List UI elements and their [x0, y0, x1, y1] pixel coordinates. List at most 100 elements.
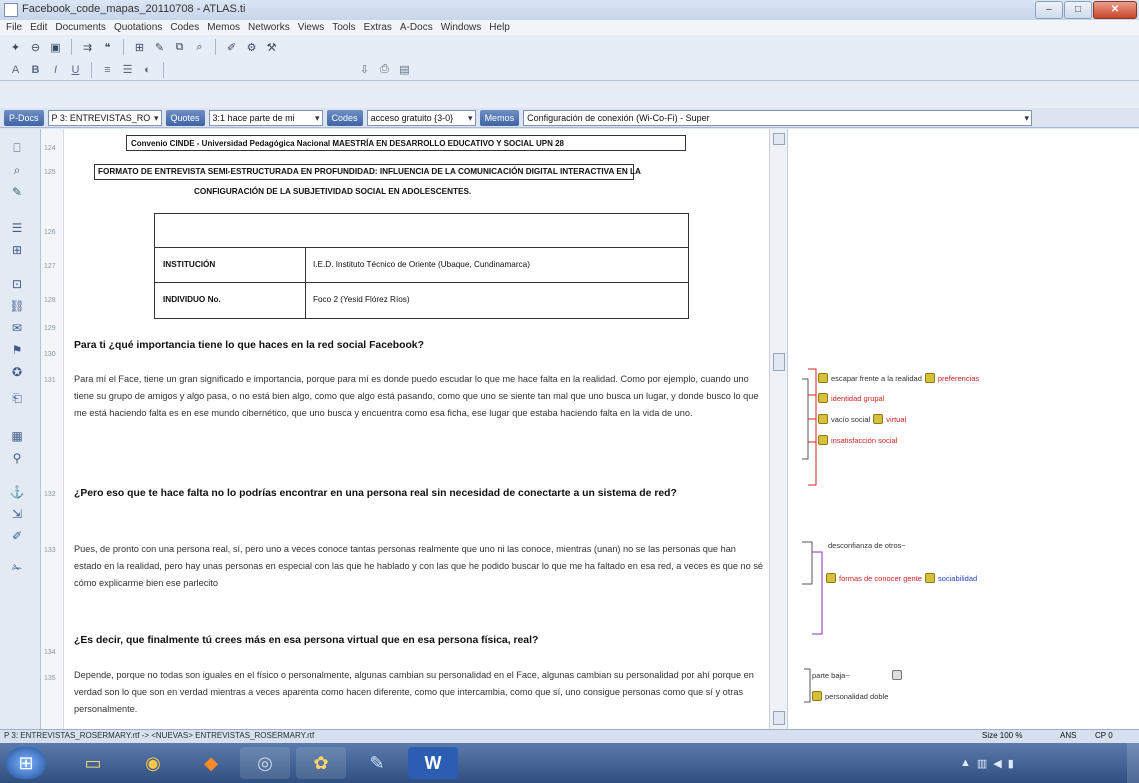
- code-entry[interactable]: identidad grupal: [818, 393, 884, 403]
- hammer-icon[interactable]: ⚒: [264, 40, 279, 55]
- quotation-tool-icon[interactable]: ⎕: [8, 141, 26, 157]
- battery-icon[interactable]: ▮: [1008, 757, 1014, 770]
- menu-file[interactable]: File: [6, 20, 22, 35]
- page-icon[interactable]: ▤: [397, 62, 412, 77]
- code-icon: [818, 414, 828, 424]
- underline-icon[interactable]: U: [68, 62, 83, 77]
- menu-adocs[interactable]: A-Docs: [400, 20, 433, 35]
- scroll-up-icon[interactable]: [773, 133, 785, 145]
- line-number: 135: [44, 675, 56, 682]
- selector-bar: P-Docs P 3: ENTREVISTAS_RO Quotes 3:1 ha…: [0, 108, 1139, 128]
- word-icon[interactable]: W: [408, 747, 458, 779]
- code-entry[interactable]: escapar frente a la realidad preferencia…: [818, 373, 979, 383]
- search-icon[interactable]: ⌕: [8, 163, 26, 179]
- arrow-icon[interactable]: ⇲: [8, 507, 26, 523]
- menu-quotations[interactable]: Quotations: [114, 20, 162, 35]
- link-icon[interactable]: ⛓: [8, 299, 26, 315]
- atlas-icon[interactable]: ◎: [240, 747, 290, 779]
- menu-codes[interactable]: Codes: [170, 20, 199, 35]
- code-tool-icon[interactable]: ⊡: [8, 277, 26, 293]
- memos-dropdown[interactable]: Configuración de conexión (Wi-Co-Fi) - S…: [523, 109, 1033, 126]
- show-desktop-button[interactable]: [1127, 743, 1139, 783]
- code-entry[interactable]: formas de conocer gente sociabilidad: [826, 573, 977, 583]
- add-document-icon[interactable]: ⇉: [80, 40, 95, 55]
- memos-button[interactable]: Memos: [479, 109, 520, 126]
- network-icon[interactable]: ⧉: [172, 40, 187, 55]
- margin-area[interactable]: escapar frente a la realidad preferencia…: [787, 129, 1139, 729]
- maximize-button[interactable]: □: [1064, 1, 1092, 19]
- paint-icon[interactable]: ✿: [296, 747, 346, 779]
- new-icon[interactable]: ✦: [8, 40, 23, 55]
- menu-networks[interactable]: Networks: [248, 20, 290, 35]
- codes-button[interactable]: Codes: [326, 109, 363, 126]
- code-icon: [818, 393, 828, 403]
- line-number: 134: [44, 649, 56, 656]
- codes-dropdown[interactable]: acceso gratuito {3-0}: [366, 109, 476, 126]
- volume-icon[interactable]: ◀: [993, 757, 1001, 770]
- star-icon[interactable]: ✪: [8, 365, 26, 381]
- network-tray-icon[interactable]: ▥: [977, 757, 987, 770]
- zoom-icon[interactable]: ⇩: [357, 62, 372, 77]
- menu-extras[interactable]: Extras: [364, 20, 392, 35]
- pin-icon[interactable]: ⚓: [8, 485, 26, 501]
- table-icon[interactable]: ▦: [8, 429, 26, 445]
- open-icon[interactable]: ⊖: [28, 40, 43, 55]
- quotes-dropdown[interactable]: 3:1 hace parte de mi: [208, 109, 323, 126]
- question-2: ¿Pero eso que te hace falta no lo podría…: [74, 488, 677, 499]
- answer-3: Depende, porque no todas son iguales en …: [74, 670, 754, 714]
- pdocs-dropdown[interactable]: P 3: ENTREVISTAS_RO: [47, 109, 162, 126]
- menu-views[interactable]: Views: [298, 20, 325, 35]
- quotation-icon[interactable]: ❝: [100, 40, 115, 55]
- office-icon[interactable]: ◆: [186, 747, 236, 779]
- menu-documents[interactable]: Documents: [55, 20, 106, 35]
- menu-help[interactable]: Help: [489, 20, 510, 35]
- code-entry[interactable]: parte baja~: [812, 671, 850, 680]
- chrome-icon[interactable]: ◉: [128, 747, 178, 779]
- question-3: ¿Es decir, que finalmente tú crees más e…: [74, 635, 539, 646]
- color-icon[interactable]: ◐: [140, 62, 155, 77]
- font-icon[interactable]: A: [8, 62, 23, 77]
- query-icon[interactable]: ⌕: [192, 40, 207, 55]
- print-icon[interactable]: ⎙: [377, 62, 392, 77]
- edit-icon[interactable]: ✐: [8, 529, 26, 545]
- document-scrollbar[interactable]: [769, 129, 787, 729]
- quotes-button[interactable]: Quotes: [165, 109, 205, 126]
- scroll-down-icon[interactable]: [773, 711, 785, 725]
- settings-icon[interactable]: ⚙: [244, 40, 259, 55]
- list-icon[interactable]: ☰: [8, 221, 26, 237]
- notepad-icon[interactable]: ✎: [352, 747, 402, 779]
- minimize-button[interactable]: –: [1035, 1, 1063, 19]
- grid-icon[interactable]: ⊞: [8, 243, 26, 259]
- bookmark-icon[interactable]: ⎗: [8, 391, 26, 407]
- code-entry[interactable]: personalidad doble: [812, 691, 888, 701]
- menu-memos[interactable]: Memos: [207, 20, 240, 35]
- pen-icon[interactable]: ✎: [8, 185, 26, 201]
- filter-icon[interactable]: ⚲: [8, 451, 26, 467]
- save-icon[interactable]: ▣: [48, 40, 63, 55]
- memo-tool-icon[interactable]: ✉: [8, 321, 26, 337]
- explorer-icon[interactable]: ▭: [68, 747, 118, 779]
- memo-icon[interactable]: ✎: [152, 40, 167, 55]
- line-number: 124: [44, 145, 56, 152]
- document-pane[interactable]: Convenio CINDE - Universidad Pedagógica …: [64, 129, 769, 729]
- tool-icon[interactable]: ✐: [224, 40, 239, 55]
- scroll-thumb[interactable]: [773, 353, 785, 371]
- code-entry[interactable]: desconfianza de otros~: [828, 541, 906, 680]
- align-left-icon[interactable]: ≡: [100, 62, 115, 77]
- align-center-icon[interactable]: ☰: [120, 62, 135, 77]
- wrench-icon[interactable]: ✁: [8, 561, 26, 577]
- code-entry[interactable]: vacío social virtual: [818, 414, 906, 424]
- start-button[interactable]: ⊞: [6, 747, 46, 779]
- menu-windows[interactable]: Windows: [441, 20, 482, 35]
- tag-icon[interactable]: ⚑: [8, 343, 26, 359]
- menu-edit[interactable]: Edit: [30, 20, 47, 35]
- close-button[interactable]: ✕: [1093, 1, 1137, 19]
- code-entry[interactable]: insatisfacción social: [818, 435, 897, 445]
- menu-tools[interactable]: Tools: [332, 20, 355, 35]
- pdocs-button[interactable]: P-Docs: [4, 109, 44, 126]
- code-icon[interactable]: ⊞: [132, 40, 147, 55]
- italic-icon[interactable]: I: [48, 62, 63, 77]
- paragraph-gutter: 124 125 126 127 128 129 130 131 132 133 …: [41, 129, 64, 729]
- bold-icon[interactable]: B: [28, 62, 43, 77]
- tray-icon[interactable]: ▲: [960, 757, 971, 769]
